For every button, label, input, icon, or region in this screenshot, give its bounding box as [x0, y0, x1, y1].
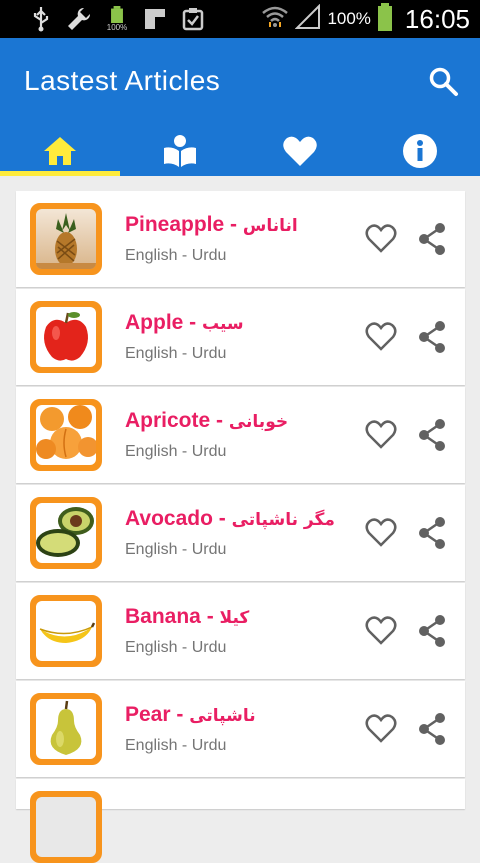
reader-icon: [164, 135, 196, 167]
share-icon: [419, 713, 445, 745]
list-item[interactable]: Apple - سیب English - Urdu: [16, 289, 465, 385]
article-title-urdu: کیلا: [219, 608, 250, 628]
battery-small-icon: 100%: [104, 6, 130, 32]
heart-icon: [283, 136, 317, 166]
favorite-button[interactable]: [364, 516, 398, 550]
usb-icon: [28, 6, 54, 32]
apricot-icon: [36, 405, 96, 459]
favorite-button[interactable]: [364, 712, 398, 746]
avocado-icon: [36, 507, 94, 557]
article-thumbnail: [30, 693, 102, 765]
pineapple-icon: [36, 213, 96, 269]
article-title-english: Banana -: [125, 605, 220, 628]
heart-outline-icon: [365, 224, 397, 253]
heart-outline-icon: [365, 420, 397, 449]
battery-icon: [377, 2, 393, 36]
article-title: Banana - کیلا: [125, 605, 249, 629]
info-icon: [403, 134, 437, 168]
article-title-english: Pineapple -: [125, 213, 243, 236]
article-thumbnail: [30, 497, 102, 569]
status-bar: 100% 100% 16:05: [0, 0, 480, 38]
share-icon: [419, 223, 445, 255]
article-subtitle: English - Urdu: [125, 737, 227, 754]
share-icon: [419, 321, 445, 353]
article-title: Apricote - خوبانی: [125, 409, 288, 433]
article-list: Pineapple - اناناس English - Urdu Apple …: [16, 191, 465, 863]
heart-outline-icon: [365, 518, 397, 547]
article-title-urdu: ناشپاتی: [189, 706, 256, 726]
article-title: Avocado - مگر ناشپاتی: [125, 507, 335, 531]
app-bar: Lastest Articles: [0, 38, 480, 176]
list-item[interactable]: [16, 779, 465, 863]
favorite-button[interactable]: [364, 418, 398, 452]
share-button[interactable]: [416, 516, 448, 550]
image-icon: [142, 6, 168, 32]
clipboard-check-icon: [180, 6, 206, 32]
article-title: Apple - سیب: [125, 311, 244, 335]
article-thumbnail: [30, 203, 102, 275]
article-title-urdu: خوبانی: [228, 412, 289, 432]
signal-icon: [295, 3, 321, 35]
tab-bar: [0, 126, 480, 176]
article-subtitle: English - Urdu: [125, 247, 227, 264]
article-title-urdu: اناناس: [242, 216, 298, 236]
heart-outline-icon: [365, 714, 397, 743]
article-thumbnail: [30, 399, 102, 471]
share-button[interactable]: [416, 614, 448, 648]
article-subtitle: English - Urdu: [125, 639, 227, 656]
article-title: Pear - ناشپاتی: [125, 703, 256, 727]
wrench-icon: [66, 6, 92, 32]
share-button[interactable]: [416, 712, 448, 746]
home-icon: [44, 137, 76, 165]
article-subtitle: English - Urdu: [125, 541, 227, 558]
article-title-english: Apple -: [125, 311, 202, 334]
small-battery-label: 100%: [106, 23, 128, 32]
share-icon: [419, 419, 445, 451]
share-button[interactable]: [416, 222, 448, 256]
article-title-urdu: مگر ناشپاتی: [231, 510, 335, 530]
share-icon: [419, 517, 445, 549]
list-item[interactable]: Avocado - مگر ناشپاتی English - Urdu: [16, 485, 465, 581]
clock: 16:05: [404, 3, 470, 34]
article-title-urdu: سیب: [202, 314, 244, 334]
article-title: Pineapple - اناناس: [125, 213, 298, 237]
article-thumbnail: [30, 791, 102, 863]
share-button[interactable]: [416, 320, 448, 354]
tab-reader[interactable]: [120, 126, 240, 176]
heart-outline-icon: [365, 322, 397, 351]
tab-info[interactable]: [360, 126, 480, 176]
favorite-button[interactable]: [364, 320, 398, 354]
article-subtitle: English - Urdu: [125, 345, 227, 362]
list-item[interactable]: Pineapple - اناناس English - Urdu: [16, 191, 465, 287]
pear-icon: [50, 700, 82, 755]
battery-percent: 100%: [327, 9, 371, 28]
share-button[interactable]: [416, 418, 448, 452]
article-thumbnail: [30, 595, 102, 667]
favorite-button[interactable]: [364, 614, 398, 648]
search-button[interactable]: [428, 66, 460, 98]
share-icon: [419, 615, 445, 647]
tab-home[interactable]: [0, 126, 120, 176]
list-item[interactable]: Pear - ناشپاتی English - Urdu: [16, 681, 465, 777]
heart-outline-icon: [365, 616, 397, 645]
favorite-button[interactable]: [364, 222, 398, 256]
list-item[interactable]: Banana - کیلا English - Urdu: [16, 583, 465, 679]
page-title: Lastest Articles: [24, 65, 221, 96]
article-title-english: Apricote -: [125, 409, 229, 432]
list-item[interactable]: Apricote - خوبانی English - Urdu: [16, 387, 465, 483]
article-subtitle: English - Urdu: [125, 443, 227, 460]
article-title-english: Pear -: [125, 703, 190, 726]
tab-favorites[interactable]: [240, 126, 360, 176]
wifi-icon: [261, 4, 289, 35]
banana-icon: [39, 622, 96, 643]
apple-icon: [44, 312, 88, 361]
article-thumbnail: [30, 301, 102, 373]
search-icon: [429, 67, 458, 96]
article-title-english: Avocado -: [125, 507, 232, 530]
